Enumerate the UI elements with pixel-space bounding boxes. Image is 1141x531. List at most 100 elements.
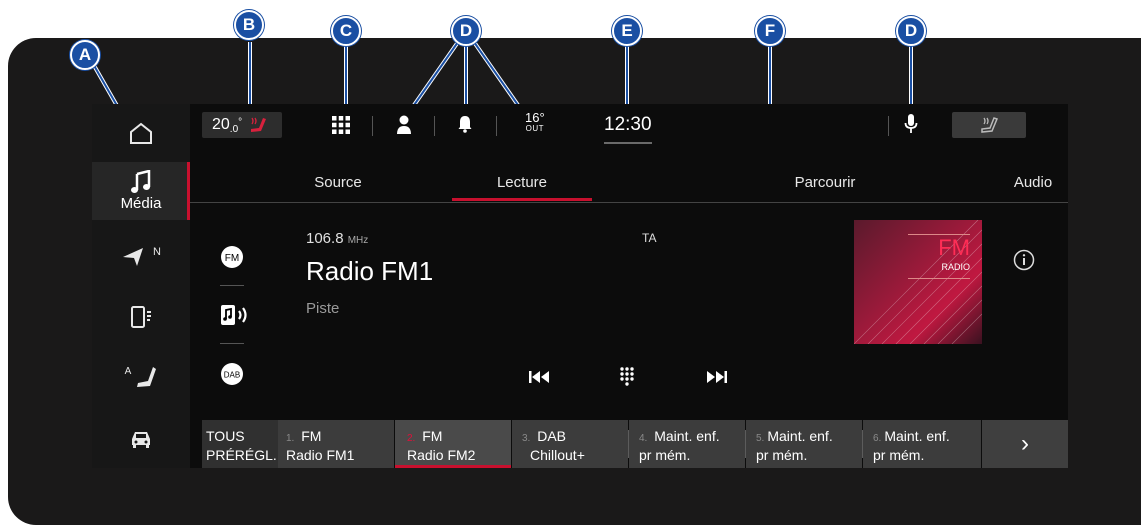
status-divider xyxy=(434,116,435,136)
nav-navigation-button[interactable]: N xyxy=(92,228,190,286)
callout-e: E xyxy=(612,16,642,46)
nav-home-button[interactable] xyxy=(92,104,190,162)
seat-icon xyxy=(137,367,157,387)
station-logo: FM RADIO xyxy=(854,220,982,344)
fm-source-text: FM xyxy=(225,253,239,264)
status-bar: 20.0 ° 16° OUT 12:30 xyxy=(190,104,1068,152)
callout-d: D xyxy=(896,16,926,46)
status-divider xyxy=(372,116,373,136)
apps-grid-icon xyxy=(332,116,350,134)
outside-temp-value: 16° xyxy=(525,110,545,125)
preset-band: Maint. enf. xyxy=(654,428,720,444)
preset-number: 4. xyxy=(639,433,648,444)
callout-c: C xyxy=(331,16,361,46)
preset-station: pr mém. xyxy=(756,447,808,463)
frequency: 106.8 MHz xyxy=(306,230,368,247)
preset-button-2[interactable]: 2. FM Radio FM2 xyxy=(395,420,511,468)
preset-button-4[interactable]: 4. Maint. enf. pr mém. xyxy=(629,420,745,468)
preset-button-5[interactable]: 5. Maint. enf. pr mém. xyxy=(746,420,862,468)
temperature-decimal: .0 xyxy=(229,123,239,135)
source-divider xyxy=(220,343,244,344)
callout-b: B xyxy=(234,10,264,40)
side-nav: Média N A xyxy=(92,104,190,468)
keypad-icon xyxy=(620,367,634,386)
temperature-value: 20 xyxy=(212,116,230,133)
voice-button[interactable] xyxy=(904,113,918,140)
preset-band: DAB xyxy=(537,428,567,444)
preset-number: 6. xyxy=(873,433,882,444)
preset-station: pr mém. xyxy=(639,447,691,463)
chevron-right-icon: › xyxy=(1021,430,1029,457)
callout-d: D xyxy=(451,16,481,46)
all-presets-button[interactable]: TOUS PRÉRÉGL. xyxy=(202,420,278,468)
preset-bar: TOUS PRÉRÉGL. 1. FM Radio FM1 2. FM Radi… xyxy=(202,420,1068,468)
station-logo-fm: FM xyxy=(938,235,970,260)
phone-icon xyxy=(131,306,151,328)
climate-temperature-button[interactable]: 20.0 ° xyxy=(202,112,282,138)
fm-source-icon: FM xyxy=(221,246,243,268)
dab-source-text: DAB xyxy=(224,371,240,380)
media-tabs: Source Lecture Parcourir Audio xyxy=(190,166,1068,203)
source-divider xyxy=(220,285,244,286)
bell-icon xyxy=(458,116,472,133)
preset-band: FM xyxy=(301,428,322,444)
tab-audio[interactable]: Audio xyxy=(998,166,1068,200)
all-presets-label-2: PRÉRÉGL. xyxy=(206,447,277,463)
phone-audio-icon xyxy=(221,305,247,325)
user-profile-button[interactable] xyxy=(396,114,412,141)
frequency-value: 106.8 xyxy=(306,230,344,247)
dab-source-icon: DAB xyxy=(221,363,243,385)
station-logo-radio: RADIO xyxy=(941,262,970,272)
track-label: Piste xyxy=(306,300,340,317)
heated-seat-icon xyxy=(251,117,267,132)
keypad-button[interactable] xyxy=(620,367,634,392)
skip-previous-icon xyxy=(529,371,549,383)
nav-vehicle-button[interactable] xyxy=(92,410,190,468)
nav-media-label: Média xyxy=(120,195,162,212)
preset-button-6[interactable]: 6. Maint. enf. pr mém. xyxy=(863,420,981,468)
compass-label: N xyxy=(153,246,161,258)
user-profile-icon xyxy=(397,115,411,134)
callout-f: F xyxy=(755,16,785,46)
preset-number: 1. xyxy=(286,433,295,444)
tab-parcourir[interactable]: Parcourir xyxy=(760,166,890,200)
previous-button[interactable] xyxy=(528,370,550,389)
seat-heating-button[interactable] xyxy=(952,112,1026,138)
preset-station: pr mém. xyxy=(873,447,925,463)
preset-button-3[interactable]: 3. DAB Chillout+ xyxy=(512,420,628,468)
tab-lecture[interactable]: Lecture xyxy=(452,166,592,201)
preset-station: Radio FM1 xyxy=(286,447,355,463)
preset-station: Chillout+ xyxy=(530,447,585,463)
car-icon xyxy=(132,432,150,448)
info-button[interactable] xyxy=(1013,249,1035,276)
source-bluetooth-audio-button[interactable] xyxy=(220,303,250,332)
clock: 12:30 xyxy=(604,114,652,144)
all-presets-label-1: TOUS xyxy=(206,428,245,444)
apps-grid-button[interactable] xyxy=(332,116,350,139)
preset-button-1[interactable]: 1. FM Radio FM1 xyxy=(278,420,394,468)
seat-prefix-label: A xyxy=(124,365,132,377)
nav-phone-button[interactable] xyxy=(92,288,190,346)
music-note-icon xyxy=(130,170,151,193)
outside-temperature: 16° OUT xyxy=(525,110,545,134)
logo-rule-bottom xyxy=(908,278,970,279)
notifications-button[interactable] xyxy=(458,115,472,138)
home-icon xyxy=(130,122,152,144)
outside-temp-label: OUT xyxy=(525,124,545,133)
traffic-announcement-indicator: TA xyxy=(642,231,657,245)
source-dab-button[interactable]: DAB xyxy=(220,362,244,391)
callout-a: A xyxy=(70,40,100,70)
heated-seat-icon xyxy=(981,117,999,133)
next-button[interactable] xyxy=(706,370,728,389)
preset-number: 2. xyxy=(407,433,416,444)
tab-source[interactable]: Source xyxy=(280,166,396,200)
source-fm-button[interactable]: FM xyxy=(220,245,244,274)
preset-band: Maint. enf. xyxy=(767,428,833,444)
preset-station: Radio FM2 xyxy=(407,447,476,463)
nav-media-button[interactable]: Média xyxy=(92,162,190,220)
info-icon xyxy=(1013,249,1035,271)
navigation-arrow-icon xyxy=(123,248,144,266)
preset-band: Maint. enf. xyxy=(884,428,950,444)
presets-next-button[interactable]: › xyxy=(982,420,1068,468)
nav-seat-button[interactable]: A xyxy=(92,348,190,406)
